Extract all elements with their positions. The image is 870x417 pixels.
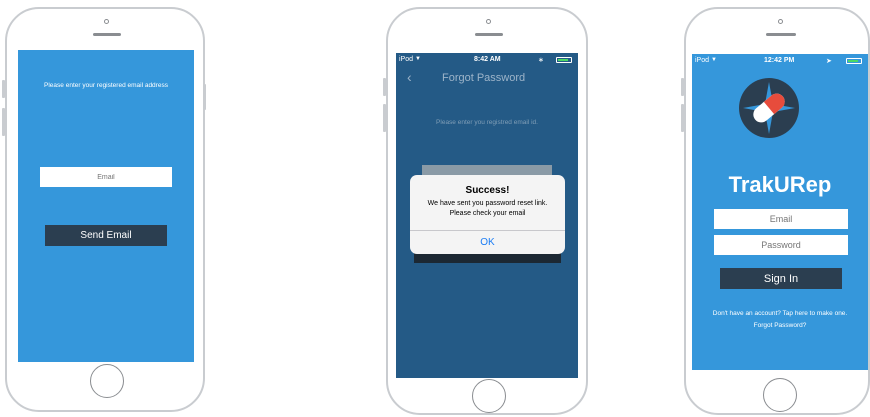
side-button xyxy=(203,84,206,110)
screen-success-alert: iPod ▼ 8:42 AM ∗ ‹ Forgot Password Pleas… xyxy=(396,53,578,378)
status-time: 8:42 AM xyxy=(474,56,501,63)
reset-instruction: Please enter you registred email id. xyxy=(436,119,538,126)
alert-title: Success! xyxy=(465,185,510,196)
forgot-password-link[interactable]: Forgot Password? xyxy=(692,322,868,329)
side-button xyxy=(2,80,5,98)
side-button xyxy=(383,104,386,132)
speaker-grille xyxy=(766,33,796,36)
email-input[interactable] xyxy=(714,209,848,229)
sign-in-button[interactable]: Sign In xyxy=(720,268,842,289)
back-chevron-icon[interactable]: ‹ xyxy=(407,69,412,85)
app-name: TrakURep xyxy=(728,172,832,197)
status-bar: iPod ▼ 8:42 AM ∗ xyxy=(396,53,578,67)
front-camera xyxy=(486,19,491,24)
front-camera xyxy=(778,19,783,24)
alert-message: We have sent you password reset link. xyxy=(427,200,548,207)
side-button xyxy=(681,104,684,132)
home-button[interactable] xyxy=(763,378,797,412)
nav-title: Forgot Password xyxy=(442,72,526,84)
alert-ok-button[interactable]: OK xyxy=(410,231,565,254)
side-button xyxy=(2,108,5,136)
front-camera xyxy=(104,19,109,24)
reset-instruction: Please enter your registered email addre… xyxy=(44,82,168,89)
wifi-icon: ▼ xyxy=(415,56,421,62)
status-bar: iPod ▼ 12:42 PM ➤ xyxy=(692,54,868,68)
password-input[interactable] xyxy=(714,235,848,255)
send-email-button[interactable]: Send Email xyxy=(45,225,167,246)
location-icon: ➤ xyxy=(826,58,832,65)
battery-icon xyxy=(556,57,572,63)
speaker-grille xyxy=(475,33,503,36)
battery-icon xyxy=(846,58,862,64)
speaker-grille xyxy=(93,33,121,36)
side-button xyxy=(681,78,684,96)
signup-link[interactable]: Don't have an account? Tap here to make … xyxy=(692,310,868,317)
bluetooth-icon: ∗ xyxy=(538,57,544,64)
carrier-label: iPod xyxy=(399,56,414,63)
alert-message: Please check your email xyxy=(449,210,526,217)
home-button[interactable] xyxy=(472,379,506,413)
home-button[interactable] xyxy=(90,364,124,398)
carrier-label: iPod xyxy=(695,57,710,64)
side-button xyxy=(383,78,386,96)
screen-reset-form: Please enter your registered email addre… xyxy=(18,50,194,362)
wifi-icon: ▼ xyxy=(711,57,717,63)
status-time: 12:42 PM xyxy=(764,57,795,64)
screen-login: iPod ▼ 12:42 PM ➤ TrakURep Sign In Don't… xyxy=(692,54,868,370)
success-alert: Success! We have sent you password reset… xyxy=(410,175,565,254)
compass-pill-logo-icon xyxy=(739,78,799,138)
email-input[interactable] xyxy=(40,167,172,187)
